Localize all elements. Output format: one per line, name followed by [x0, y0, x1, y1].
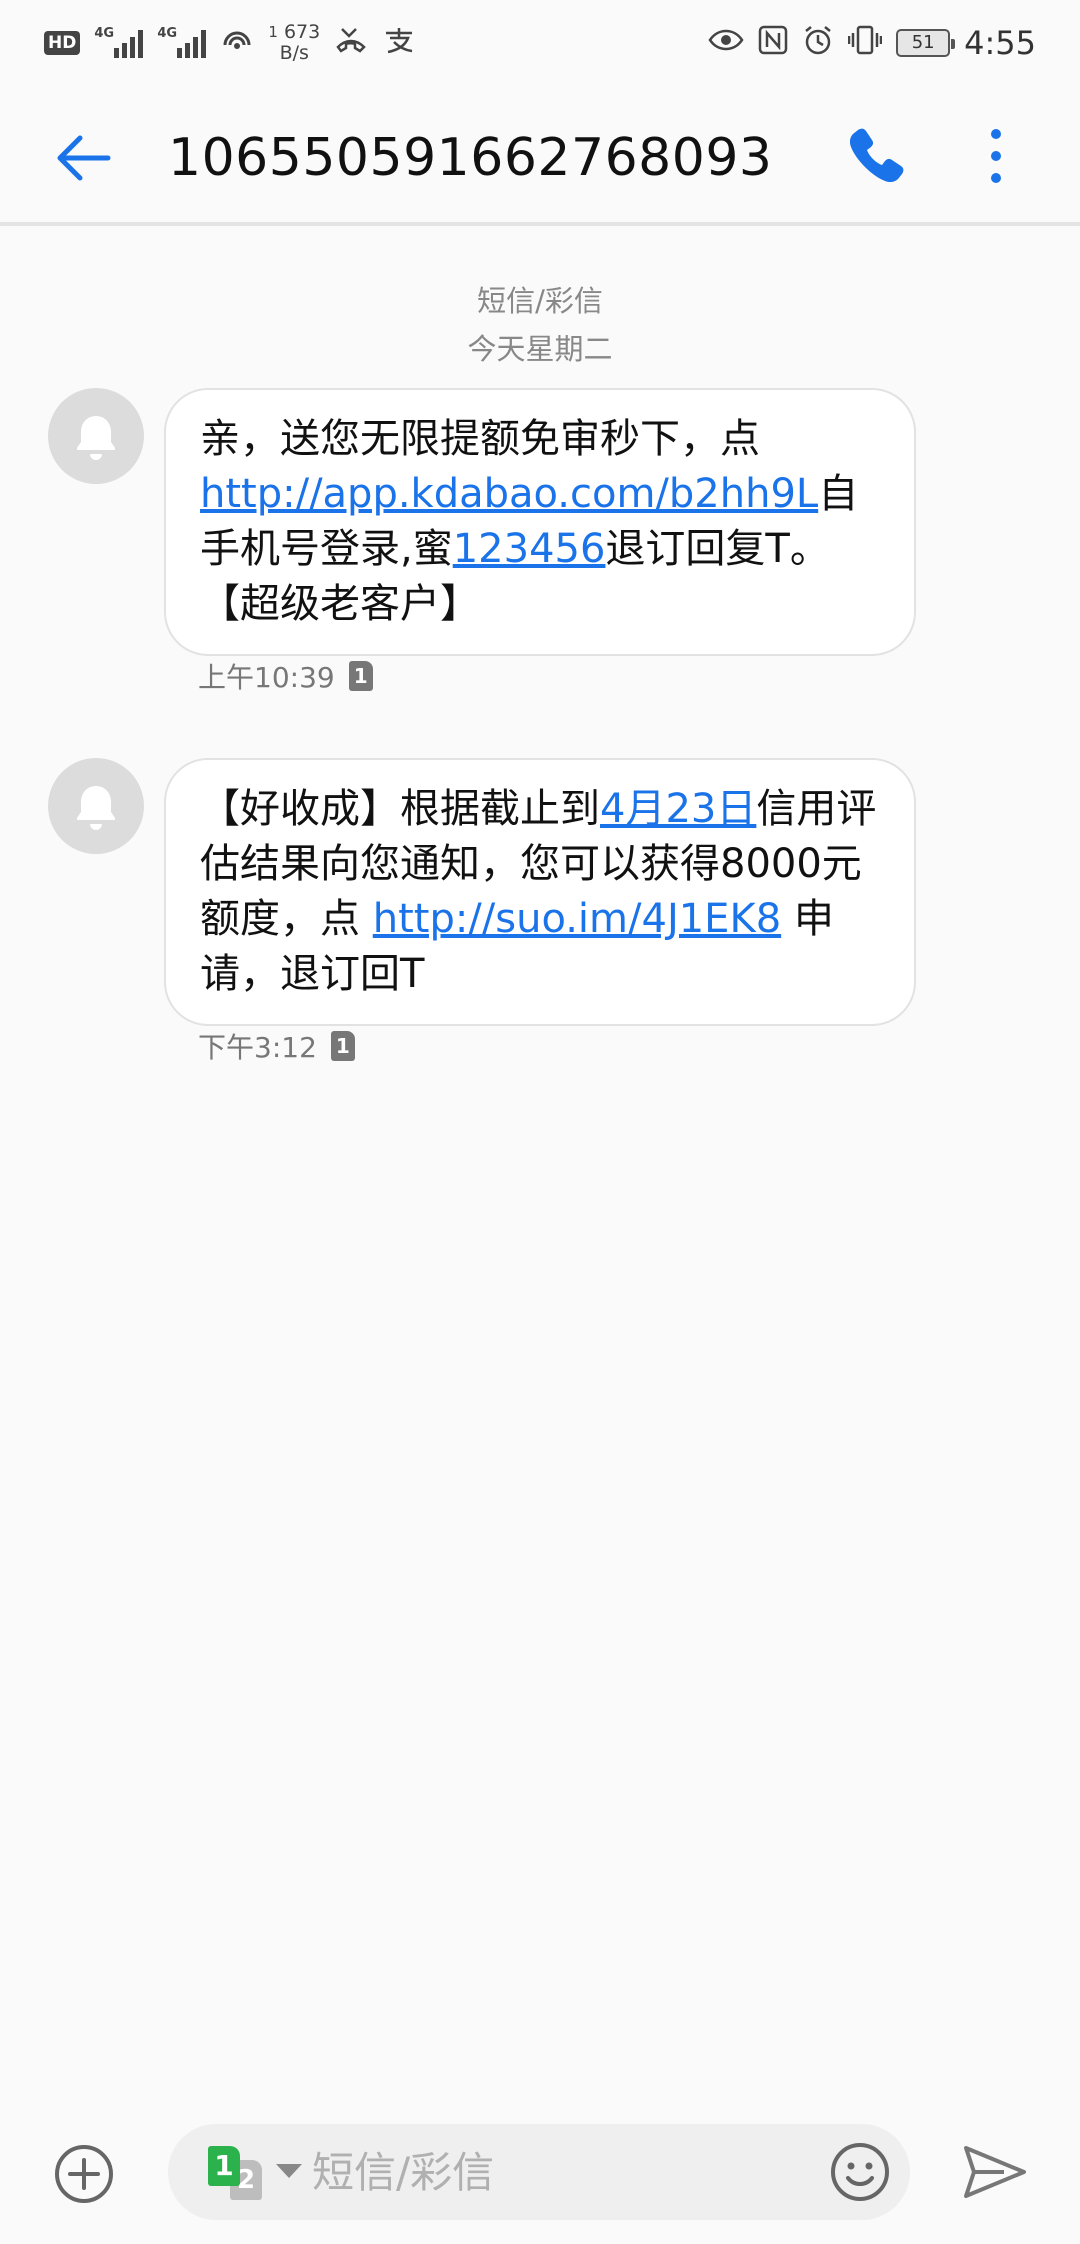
alipay-icon	[382, 25, 416, 61]
sim-card-icon: 1	[330, 1031, 355, 1061]
sender-avatar[interactable]	[48, 758, 144, 854]
sender-avatar[interactable]	[48, 388, 144, 484]
message-link[interactable]: http://app.kdabao.com/b2hh9L	[200, 471, 818, 517]
message-date-link[interactable]: 4月23日	[600, 786, 756, 832]
bell-icon	[77, 786, 115, 830]
smiley-icon	[831, 2143, 889, 2201]
signal-sim2-icon: 4G	[157, 26, 207, 58]
compose-bar: 2 1	[0, 2110, 1080, 2230]
hotspot-icon	[220, 25, 254, 61]
sim-card-icon: 1	[348, 661, 373, 691]
status-time: 4:55	[964, 24, 1036, 62]
alarm-icon	[802, 24, 834, 62]
network-speed: 1 673 B/s	[268, 22, 320, 64]
message-type-label: 短信/彩信	[477, 284, 603, 318]
missed-call-icon	[334, 25, 368, 61]
message-bubble[interactable]: 【好收成】根据截止到4月23日信用评估结果向您通知，您可以获得8000元额度，点…	[164, 758, 916, 1026]
battery-icon: 51	[896, 29, 956, 57]
back-button[interactable]	[52, 126, 116, 190]
status-right: 51 4:55	[708, 24, 1036, 62]
message-input[interactable]	[312, 2138, 792, 2206]
sim1-icon: 1	[208, 2146, 240, 2186]
compose-field-container: 2 1	[168, 2124, 910, 2220]
vibrate-icon	[847, 24, 883, 62]
eye-comfort-icon	[708, 26, 744, 60]
add-circle-icon	[55, 2145, 113, 2203]
signal-sim1-label: 4G	[94, 26, 115, 41]
call-button[interactable]	[844, 124, 908, 188]
network-speed-unit: B/s	[279, 42, 309, 64]
message-text: 【好收成】根据截止到	[200, 786, 600, 832]
message-number-link[interactable]: 123456	[453, 526, 606, 572]
date-separator: 今天星期二	[467, 332, 613, 366]
more-options-button[interactable]	[976, 124, 1016, 188]
conversation-header: 10655059166276809​3	[0, 86, 1080, 226]
arrow-left-icon	[57, 135, 111, 181]
message-time: 下午3:12	[198, 1031, 317, 1064]
sms-conversation-screen: HD 4G 4G 1 673 B/s 51 4:55 1065505916627…	[0, 0, 1080, 2244]
signal-sim2-label: 4G	[157, 26, 178, 41]
emoji-button[interactable]	[828, 2140, 892, 2204]
status-bar: HD 4G 4G 1 673 B/s 51 4:55	[0, 0, 1080, 86]
bell-icon	[77, 416, 115, 460]
send-icon	[964, 2146, 1026, 2198]
nfc-icon	[758, 25, 788, 61]
network-speed-sup: 1	[268, 23, 278, 41]
phone-icon	[849, 128, 904, 183]
sim-selector[interactable]: 2 1	[208, 2146, 268, 2200]
message-meta: 下午3:12 1	[198, 1026, 355, 1066]
contact-number-title: 10655059166276809​3	[168, 128, 773, 188]
network-speed-value: 673	[283, 21, 321, 43]
send-button[interactable]	[960, 2140, 1030, 2204]
message-link[interactable]: http://suo.im/4J1EK8	[373, 896, 781, 942]
more-vertical-icon	[991, 129, 1001, 183]
chevron-down-icon[interactable]	[276, 2164, 302, 2178]
message-time: 上午10:39	[198, 661, 335, 694]
hd-voice-icon: HD	[44, 31, 81, 55]
attach-button[interactable]	[52, 2142, 116, 2206]
message-bubble[interactable]: 亲，送您无限提额免审秒下，点 http://app.kdabao.com/b2h…	[164, 388, 916, 656]
message-text: 亲，送您无限提额免审秒下，点	[200, 416, 760, 462]
signal-sim1-icon: 4G	[94, 26, 144, 58]
message-meta: 上午10:39 1	[198, 656, 373, 696]
status-left: HD 4G 4G 1 673 B/s	[44, 22, 416, 64]
